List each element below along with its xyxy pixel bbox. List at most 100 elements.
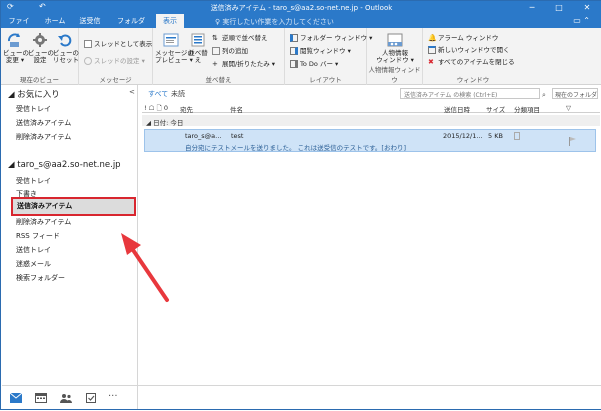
tasks-icon[interactable] [85, 393, 97, 403]
column-size[interactable]: サイズ [486, 104, 505, 114]
folder-rss-feeds[interactable]: RSS フィード [16, 231, 60, 241]
people-pane-label: 人物情報 ウィンドウ ▾ [376, 49, 414, 64]
add-columns-icon [212, 47, 220, 55]
people-pane-icon [387, 33, 403, 47]
gear-icon [33, 33, 47, 47]
close-all-icon: ✖ [428, 58, 434, 66]
group-header-label: ◢ 日付: 今日 [146, 119, 184, 127]
tab-send-receive[interactable]: 送受信 [78, 14, 102, 28]
message-size: 5 KB [488, 132, 503, 140]
show-as-thread-checkbox[interactable]: スレッドとして表示 [84, 38, 152, 48]
tab-home[interactable]: ホーム [43, 14, 67, 28]
bottom-navigation: ··· [2, 385, 138, 409]
open-new-window-button[interactable]: 新しいウィンドウで開く [428, 44, 510, 54]
reading-pane-button[interactable]: 閲覧ウィンドウ ▾ [290, 45, 351, 55]
mail-icon[interactable] [10, 393, 22, 403]
folder-sent-items[interactable]: 送信済みアイテム [17, 201, 72, 211]
minimize-button[interactable]: ─ [523, 1, 541, 14]
maximize-button[interactable]: □ [550, 1, 568, 14]
group-arrangement: メッセージの プレビュー ▾ 並べ替え ⇅ 逆順で並べ替え 列の追加 + 展開/折り… [153, 28, 285, 85]
group-window: 🔔アラーム ウィンドウ 新しいウィンドウで開く ✖ すべてのアイテムを閉じる ウィ… [423, 28, 523, 85]
change-view-button[interactable]: ビューの 変更 ▾ [3, 32, 29, 64]
folder-junk[interactable]: 迷惑メール [16, 259, 51, 269]
favorite-sent-items[interactable]: 送信済みアイテム [16, 118, 71, 128]
reset-view-button[interactable]: ビューの リセット [53, 32, 79, 64]
reverse-sort-button[interactable]: ⇅ 逆順で並べ替え [212, 32, 268, 42]
thread-settings-button[interactable]: スレッドの設定 ▾ [84, 55, 145, 65]
outlook-window: ⟳ ↶ 送信済みアイテム - taro_s@aa2.so-net.ne.jp -… [0, 0, 601, 410]
show-as-thread-label: スレッドとして表示 [94, 40, 153, 48]
favorite-deleted-items[interactable]: 削除済みアイテム [16, 132, 71, 142]
more-icon[interactable]: ··· [108, 391, 118, 402]
favorite-inbox[interactable]: 受信トレイ [16, 104, 51, 114]
people-pane-button[interactable]: 人物情報 ウィンドウ ▾ [375, 32, 415, 64]
folder-deleted-items[interactable]: 削除済みアイテム [16, 217, 71, 227]
todo-bar-icon [290, 60, 298, 68]
add-columns-button[interactable]: 列の追加 [212, 45, 248, 55]
people-pane-group-label: 人物情報ウィンドウ [368, 66, 421, 84]
folder-pane-icon [290, 34, 298, 42]
collapse-folder-pane-button[interactable]: < [129, 88, 135, 96]
search-scope-dropdown[interactable]: 現在のフォルダー ▾ [552, 88, 598, 99]
search-icon[interactable]: ⌕ [542, 91, 546, 100]
group-header-today[interactable]: ◢ 日付: 今日 [142, 115, 600, 127]
reading-pane-label: 閲覧ウィンドウ ▾ [300, 47, 351, 55]
column-flag[interactable]: ▽ [566, 104, 571, 112]
change-view-label: ビューの 変更 ▾ [3, 49, 29, 64]
message-row[interactable]: taro_s@a… test 自分宛にテストメールを送りました。 これは送受信の… [144, 129, 596, 152]
group-layout: フォルダー ウィンドウ ▾ 閲覧ウィンドウ ▾ To Do バー ▾ レイアウト [285, 28, 372, 85]
tab-view[interactable]: 表示 [156, 14, 184, 28]
arrange-by-button[interactable]: 並べ替え [187, 32, 209, 64]
folder-pane-button[interactable]: フォルダー ウィンドウ ▾ [290, 32, 372, 42]
message-preview-icon [163, 33, 179, 47]
filter-all[interactable]: すべて [148, 89, 168, 99]
message-preview: 自分宛にテストメールを送りました。 これは送受信のテストです。[おわり] [185, 144, 406, 152]
folder-outbox[interactable]: 送信トレイ [16, 245, 51, 255]
layout-group-label: レイアウト [309, 76, 342, 84]
column-subject[interactable]: 件名 [230, 104, 243, 114]
column-to[interactable]: 宛先 [180, 104, 193, 114]
view-settings-button[interactable]: ビューの 設定 [28, 32, 54, 64]
messages-group-label: メッセージ [99, 76, 132, 84]
open-new-window-label: 新しいウィンドウで開く [438, 46, 510, 54]
tab-folder[interactable]: フォルダー [114, 14, 148, 39]
message-subject: test [231, 132, 244, 140]
reminders-window-button[interactable]: 🔔アラーム ウィンドウ [428, 32, 498, 42]
checkbox-icon [84, 40, 92, 48]
expand-collapse-button[interactable]: + 展開/折りたたみ ▾ [212, 58, 275, 68]
group-people-pane: 人物情報 ウィンドウ ▾ 人物情報ウィンドウ [367, 28, 423, 85]
close-button[interactable]: ✕ [578, 1, 596, 14]
expand-collapse-label: 展開/折りたたみ ▾ [222, 60, 276, 68]
thread-settings-label: スレッドの設定 ▾ [94, 57, 145, 65]
folder-inbox[interactable]: 受信トレイ [16, 176, 51, 186]
arrangement-group-label: 並べ替え [205, 76, 232, 84]
reset-icon [58, 34, 72, 47]
folder-search-folders[interactable]: 検索フォルダー [16, 273, 65, 283]
message-to: taro_s@a… [185, 132, 222, 140]
favorites-header[interactable]: ◢ お気に入り [8, 88, 60, 100]
people-icon[interactable] [60, 393, 72, 403]
column-icons[interactable]: ! ☖ 🗋 0 [144, 104, 168, 115]
message-sent: 2015/12/1... [443, 132, 483, 140]
tell-me-box[interactable]: ♀ 実行したい作業を入力してください [215, 17, 334, 27]
account-header[interactable]: ◢ taro_s@aa2.so-net.ne.jp [8, 160, 121, 170]
reading-pane-icon [290, 47, 298, 55]
ribbon-tabs: ファイル ホーム 送受信 フォルダー 表示 ♀ 実行したい作業を入力してください… [1, 14, 601, 39]
ribbon: ビューの 変更 ▾ ビューの 設定 ビューの リセット 現在のビュー スレッドと… [1, 28, 601, 85]
column-category[interactable]: 分類項目 [514, 104, 540, 114]
ribbon-display-options[interactable]: ▭ ⌃ [573, 16, 590, 25]
message-preview-button[interactable]: メッセージの プレビュー ▾ [155, 32, 194, 64]
arrange-by-label: 並べ替え [188, 49, 208, 64]
flag-icon[interactable] [569, 137, 577, 146]
search-input[interactable]: 送信済みアイテム の検索 (Ctrl+E) [400, 88, 540, 99]
new-window-icon [428, 46, 436, 54]
filter-unread[interactable]: 未読 [171, 89, 185, 99]
arrange-icon [191, 33, 205, 47]
category-icon[interactable] [514, 132, 520, 140]
thread-settings-icon [84, 57, 92, 65]
todo-bar-button[interactable]: To Do バー ▾ [290, 58, 338, 68]
calendar-icon[interactable] [35, 393, 47, 403]
column-sent[interactable]: 送信日時 [444, 104, 470, 114]
tab-file[interactable]: ファイル [7, 14, 31, 39]
close-all-items-button[interactable]: ✖ すべてのアイテムを閉じる [428, 56, 515, 66]
